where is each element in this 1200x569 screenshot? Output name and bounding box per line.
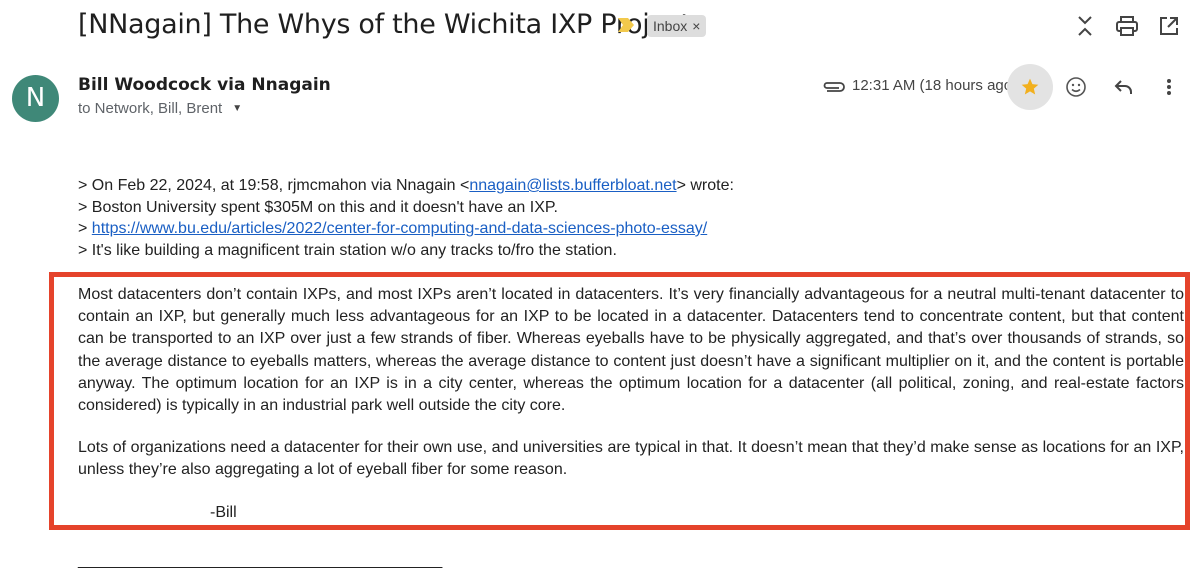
label-text: Inbox [653,18,688,34]
paperclip-icon [823,82,845,92]
recipients-text: to Network, Bill, Brent [78,100,223,117]
quote-line: > https://www.bu.edu/articles/2022/cente… [78,218,734,240]
sender-avatar[interactable]: N [12,75,59,122]
sender-name[interactable]: Bill Woodcock via Nnagain [78,75,331,95]
body-paragraph: Most datacenters don’t contain IXPs, and… [78,286,1184,415]
expand-collapse-icon[interactable] [1073,14,1097,38]
more-vertical-icon[interactable] [1157,75,1181,99]
email-view: [NNagain] The Whys of the Wichita IXP Pr… [0,0,1200,569]
quote-text: > On Feb 22, 2024, at 19:58, rjmcmahon v… [78,177,470,194]
importance-marker-icon[interactable] [618,18,634,32]
signature: -Bill [210,504,237,521]
print-icon[interactable] [1115,14,1139,38]
quote-line: > On Feb 22, 2024, at 19:58, rjmcmahon v… [78,175,734,197]
quote-text: > [78,220,92,237]
emoji-reaction-icon[interactable] [1064,75,1088,99]
quoted-url-link[interactable]: https://www.bu.edu/articles/2022/center-… [92,220,707,237]
star-icon [1021,78,1039,95]
quoted-message: > On Feb 22, 2024, at 19:58, rjmcmahon v… [78,175,734,261]
inbox-label-chip: Inbox × [647,15,707,37]
mailing-list-separator: ________________________________________… [78,552,442,569]
quote-line: > Boston University spent $305M on this … [78,198,558,216]
quote-line: > It's like building a magnificent train… [78,241,617,259]
quote-text: > wrote: [676,177,734,194]
remove-label-button[interactable]: × [692,15,700,37]
caret-down-icon[interactable]: ▼ [232,103,242,114]
email-timestamp: 12:31 AM (18 hours ago) [852,77,1018,94]
open-in-new-window-icon[interactable] [1157,14,1181,38]
reply-icon[interactable] [1111,75,1135,99]
body-paragraph: Lots of organizations need a datacenter … [78,439,1184,479]
recipients-toggle[interactable]: to Network, Bill, Brent ▼ [78,100,242,117]
email-subject: [NNagain] The Whys of the Wichita IXP Pr… [78,9,691,40]
star-button[interactable] [1007,64,1053,110]
quoted-email-link[interactable]: nnagain@lists.bufferbloat.net [469,177,676,194]
